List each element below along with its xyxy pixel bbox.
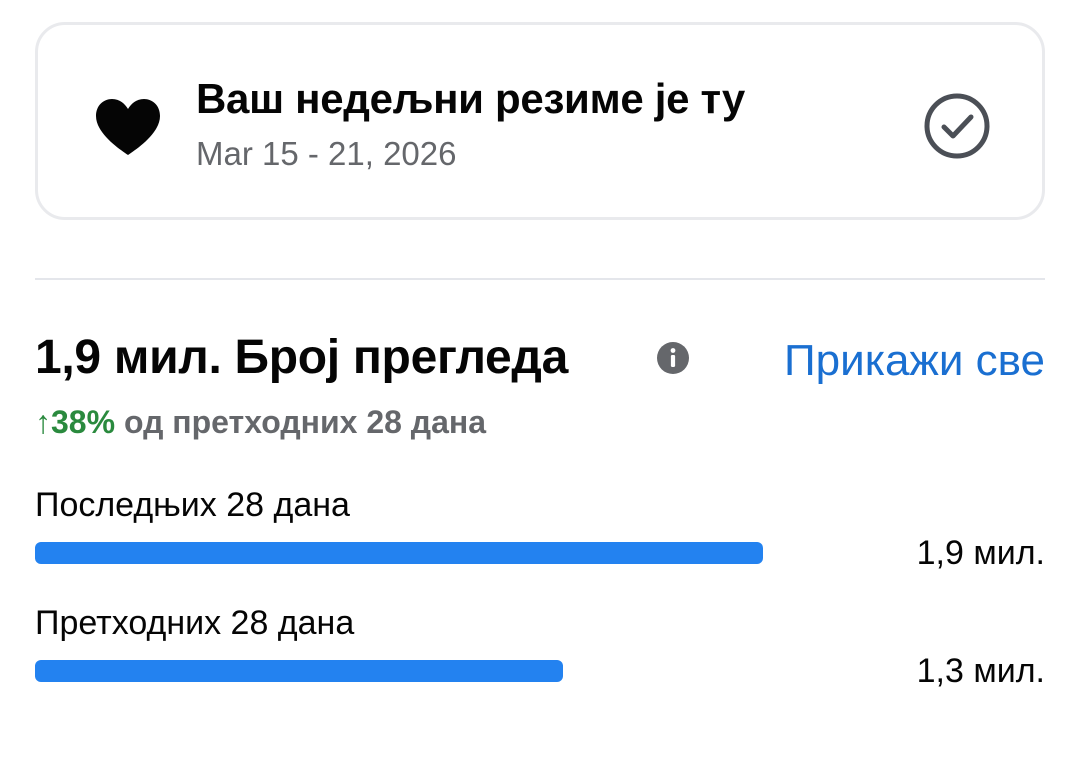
summary-date-range: Mar 15 - 21, 2026 (196, 135, 457, 172)
bar-last-28 (35, 542, 835, 564)
weekly-summary-card[interactable]: Ваш недељни резиме је ту Mar 15 - 21, 20… (35, 22, 1045, 220)
bar-fill-last-28 (35, 542, 763, 564)
see-all-link[interactable]: Прикажи све (784, 336, 1045, 386)
period-label-last-28: Последњих 28 дана (35, 486, 350, 524)
info-icon[interactable] (656, 341, 690, 375)
heart-icon (96, 99, 160, 155)
period-label-previous-28: Претходних 28 дана (35, 604, 355, 642)
views-title: 1,9 мил. Број прегледа (35, 331, 568, 384)
section-divider (35, 278, 1045, 280)
check-circle-icon[interactable] (922, 91, 992, 161)
summary-title: Ваш недељни резиме је ту (196, 75, 745, 122)
bar-previous-28 (35, 660, 835, 682)
value-previous-28: 1,3 мил. (916, 652, 1045, 690)
bar-fill-previous-28 (35, 660, 563, 682)
change-percent: ↑38% (35, 404, 116, 440)
views-change: ↑38% од претходних 28 дана (35, 404, 486, 441)
change-description: од претходних 28 дана (115, 404, 487, 440)
value-last-28: 1,9 мил. (916, 534, 1045, 572)
